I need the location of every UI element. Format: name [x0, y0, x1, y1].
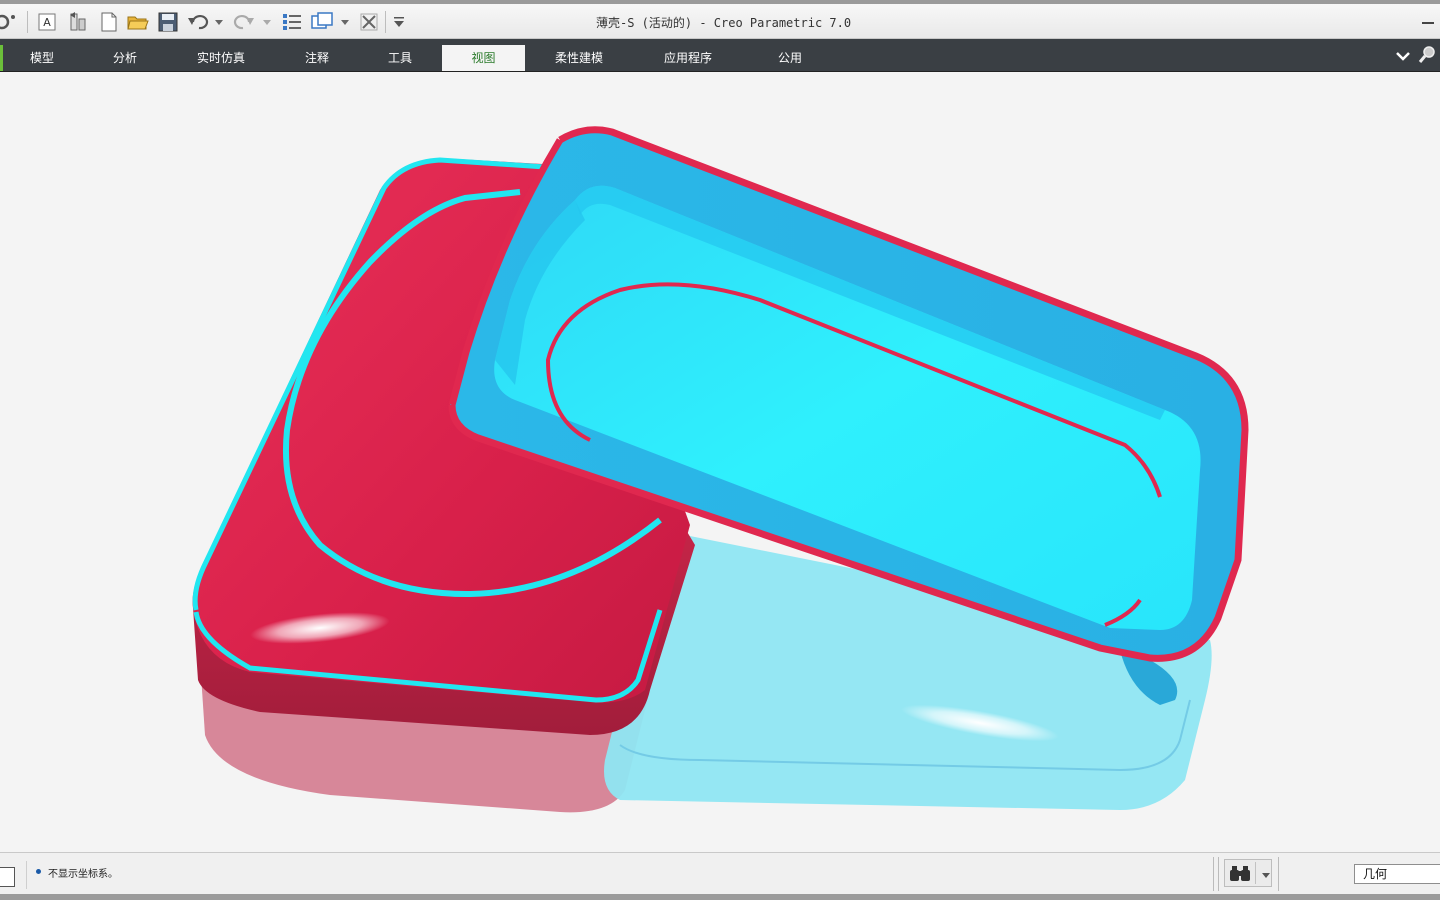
undo-icon[interactable] — [186, 9, 210, 35]
title-bar: A 薄壳-S (活动的) - Creo Parametric 7.0 — [0, 0, 1440, 39]
window-dropdown-icon[interactable] — [338, 9, 352, 35]
regenerate-icon[interactable] — [66, 9, 90, 35]
tab-applications[interactable]: 应用程序 — [646, 45, 730, 71]
tab-flexible-modeling[interactable]: 柔性建模 — [540, 45, 618, 71]
toolbar-separator — [385, 11, 386, 33]
status-divider — [1213, 857, 1214, 891]
window-bottom-border — [0, 894, 1440, 900]
tab-tools[interactable]: 工具 — [372, 45, 428, 71]
status-divider — [26, 861, 27, 889]
status-message: 不显示坐标系。 — [48, 869, 118, 880]
selection-filter-select[interactable]: 几何 — [1354, 864, 1440, 884]
save-icon[interactable] — [157, 9, 179, 35]
status-bar: 不显示坐标系。 几何 — [0, 852, 1440, 895]
minimize-button[interactable] — [1422, 22, 1434, 24]
toolbar-separator — [27, 11, 28, 33]
status-divider — [1218, 857, 1219, 891]
undo-dropdown-icon[interactable] — [212, 9, 226, 35]
tab-annotate[interactable]: 注释 — [290, 45, 344, 71]
find-dropdown-icon[interactable] — [1261, 871, 1271, 879]
regenerate-model-icon[interactable] — [280, 9, 304, 35]
file-tab-accent[interactable] — [0, 45, 3, 71]
graphics-area[interactable] — [0, 72, 1440, 852]
open-folder-icon[interactable] — [126, 9, 150, 35]
binoculars-icon — [1230, 866, 1250, 881]
close-window-icon[interactable] — [358, 9, 380, 35]
find-separator — [1255, 862, 1256, 884]
window-title: 薄壳-S (活动的) - Creo Parametric 7.0 — [596, 16, 852, 30]
annotation-a-icon[interactable]: A — [36, 9, 58, 35]
tab-analysis[interactable]: 分析 — [96, 45, 154, 71]
tab-common[interactable]: 公用 — [762, 45, 818, 71]
svg-text:A: A — [43, 16, 51, 29]
model-viewport[interactable] — [0, 72, 1440, 852]
customize-toolbar-icon[interactable] — [390, 9, 408, 35]
collapse-ribbon-icon[interactable] — [1396, 47, 1410, 66]
new-file-icon[interactable] — [98, 9, 120, 35]
tab-live-simulation[interactable]: 实时仿真 — [180, 45, 262, 71]
toggle-navigator-button[interactable] — [0, 867, 15, 887]
settings-icon[interactable] — [0, 9, 18, 35]
window-switch-icon[interactable] — [310, 9, 334, 35]
redo-dropdown-icon[interactable] — [260, 9, 274, 35]
find-button[interactable] — [1224, 859, 1272, 887]
tab-view[interactable]: 视图 — [442, 45, 525, 71]
redo-icon[interactable] — [232, 9, 256, 35]
tab-model[interactable]: 模型 — [14, 45, 70, 71]
ribbon-tab-bar: 模型 分析 实时仿真 注释 工具 视图 柔性建模 应用程序 公用 — [0, 39, 1440, 72]
message-bullet-icon — [36, 869, 41, 874]
status-divider — [1278, 857, 1279, 891]
search-icon[interactable] — [1418, 45, 1436, 69]
